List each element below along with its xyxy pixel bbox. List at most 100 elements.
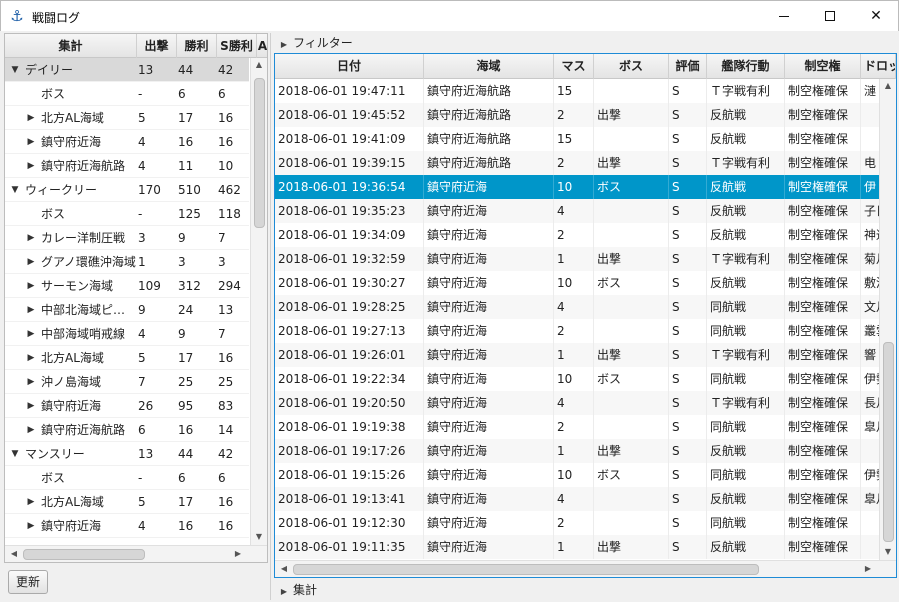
column-header-drop[interactable]: ドロップ	[861, 54, 896, 79]
maximize-button[interactable]	[807, 1, 853, 31]
table-row[interactable]: 2018-06-01 19:36:54 鎮守府近海 10 ボス S 反航戦 制空権確保伊	[275, 175, 891, 199]
summary-row[interactable]: ▼ マンスリー 13 44 42	[5, 442, 249, 466]
scrollbar-thumb[interactable]	[883, 342, 894, 542]
column-header-a[interactable]: A	[257, 34, 267, 58]
summary-row[interactable]: ボス - 6 6	[5, 466, 249, 490]
summary-row[interactable]: ▶ 北方AL海域 5 17 16	[5, 106, 249, 130]
expand-icon[interactable]: ▶	[25, 226, 37, 250]
scrollbar-thumb[interactable]	[293, 564, 759, 575]
expand-icon[interactable]: ▶	[25, 298, 37, 322]
summary-row[interactable]: ▼ ウィークリー 170 510 462	[5, 178, 249, 202]
table-row[interactable]: 2018-06-01 19:22:34 鎮守府近海 10 ボス S 同航戦 制空権確保 伊勢	[275, 367, 891, 391]
summary-row[interactable]: ▶ 鎮守府近海 26 95 83	[5, 394, 249, 418]
summary-tree-table[interactable]: 集計 出撃 勝利 S勝利 A ▼ デイリー 13 44 42 ボス -6 6 ▶ 北方AL海域 5 1…	[4, 33, 268, 563]
column-header-area[interactable]: 海域	[424, 54, 554, 79]
scrollbar-thumb[interactable]	[254, 78, 265, 228]
table-row[interactable]: 2018-06-01 19:45:52 鎮守府近海航路 2 出撃 S 反航戦 制空権確保	[275, 103, 891, 127]
scroll-right-icon[interactable]: ▶	[231, 549, 245, 558]
filter-toggle[interactable]: ▶ フィルター	[275, 33, 895, 53]
summary-row[interactable]: ▶ 鎮守府近海航路 4 11 10	[5, 154, 249, 178]
table-row[interactable]: 2018-06-01 19:35:23 鎮守府近海 4 S 反航戦 制空権確保 子日	[275, 199, 891, 223]
scroll-left-icon[interactable]: ◀	[7, 549, 21, 558]
scroll-down-icon[interactable]: ▼	[881, 547, 895, 556]
summary-row-value: 13	[138, 63, 154, 77]
battle-log-table[interactable]: 日付 海域 マス ボス 評価 艦隊行動 制空権 ドロップ 2018-06-01 …	[274, 53, 897, 578]
column-header-summary[interactable]: 集計	[5, 34, 137, 58]
expand-icon[interactable]: ▶	[25, 130, 37, 154]
minimize-button[interactable]	[761, 1, 807, 31]
summary-row[interactable]: ▶ 中部北海域ピ… 9 24 13	[5, 298, 249, 322]
column-header-wins[interactable]: 勝利	[177, 34, 217, 58]
table-row[interactable]: 2018-06-01 19:27:13 鎮守府近海 2 S 同航戦 制空権確保 叢雲	[275, 319, 891, 343]
column-header-boss[interactable]: ボス	[594, 54, 669, 79]
summary-row[interactable]: ▶ 鎮守府近海 4 16 16	[5, 130, 249, 154]
table-row[interactable]: 2018-06-01 19:15:26 鎮守府近海 10 ボス S 同航戦 制空権確保 伊勢	[275, 463, 891, 487]
expand-icon[interactable]: ▶	[25, 106, 37, 130]
summary-row[interactable]: ボス - 6 6	[5, 82, 249, 106]
expand-icon[interactable]: ▶	[25, 514, 37, 538]
column-header-air-control[interactable]: 制空権	[785, 54, 861, 79]
rank-cell: S	[669, 295, 707, 319]
table-row[interactable]: 2018-06-01 19:17:26 鎮守府近海 1 出撃 S 反航戦 制空権確保	[275, 439, 891, 463]
table-row[interactable]: 2018-06-01 19:34:09 鎮守府近海 2 S 反航戦 制空権確保 神通	[275, 223, 891, 247]
scroll-right-icon[interactable]: ▶	[861, 564, 875, 573]
split-divider[interactable]	[270, 33, 271, 600]
table-row[interactable]: 2018-06-01 19:19:38 鎮守府近海 2 S 同航戦 制空権確保 皐月	[275, 415, 891, 439]
table-row[interactable]: 2018-06-01 19:41:09 鎮守府近海航路 15 S 反航戦 制空権確保	[275, 127, 891, 151]
summary-row[interactable]: ボス - 125 118	[5, 202, 249, 226]
summary-row[interactable]: ▶ 中部海域哨戒線 4 9 7	[5, 322, 249, 346]
collapse-icon[interactable]: ▼	[9, 58, 21, 82]
summary-horizontal-scrollbar[interactable]: ◀ ▶	[5, 545, 267, 562]
log-vertical-scrollbar[interactable]: ▲ ▼	[879, 79, 896, 560]
refresh-button[interactable]: 更新	[8, 570, 48, 594]
table-row[interactable]: 2018-06-01 19:47:11 鎮守府近海航路 15 S Ｔ字戦有利 制空権確保漣	[275, 79, 891, 103]
summary-row[interactable]: ▶ 北方AL海域 5 17 16	[5, 346, 249, 370]
summary-row[interactable]: ▶ サーモン海域 109 312 294	[5, 274, 249, 298]
collapse-icon[interactable]: ▼	[9, 442, 21, 466]
column-header-s-wins[interactable]: S勝利	[217, 34, 257, 58]
summary-row-value: 4	[138, 327, 146, 341]
summary-row[interactable]: ▶ グアノ環礁沖海域 1 3 3	[5, 250, 249, 274]
expand-icon[interactable]: ▶	[25, 346, 37, 370]
summary-row[interactable]: ▶ 沖ノ島海域 7 25 25	[5, 370, 249, 394]
expand-icon[interactable]: ▶	[25, 418, 37, 442]
scroll-up-icon[interactable]: ▲	[881, 81, 895, 90]
table-row[interactable]: 2018-06-01 19:12:30 鎮守府近海 2 S 同航戦 制空権確保	[275, 511, 891, 535]
table-row[interactable]: 2018-06-01 19:32:59 鎮守府近海 1 出撃 S Ｔ字戦有利 制空権確保 菊月	[275, 247, 891, 271]
scrollbar-thumb[interactable]	[23, 549, 145, 560]
table-row[interactable]: 2018-06-01 19:13:41 鎮守府近海 4 S 反航戦 制空権確保 皐月	[275, 487, 891, 511]
summary-row[interactable]: ▼ デイリー 13 44 42	[5, 58, 249, 82]
expand-icon[interactable]: ▶	[25, 154, 37, 178]
scroll-down-icon[interactable]: ▼	[252, 532, 266, 541]
column-header-node[interactable]: マス	[554, 54, 594, 79]
filter-label: フィルター	[293, 36, 353, 50]
column-header-rank[interactable]: 評価	[669, 54, 707, 79]
table-row[interactable]: 2018-06-01 19:20:50 鎮守府近海 4 S Ｔ字戦有利 制空権確保 長月	[275, 391, 891, 415]
summary-toggle[interactable]: ▶ 集計	[275, 580, 895, 600]
expand-icon[interactable]: ▶	[25, 322, 37, 346]
area-cell: 鎮守府近海	[424, 487, 554, 511]
close-button[interactable]: ✕	[853, 1, 899, 31]
expand-icon[interactable]: ▶	[25, 274, 37, 298]
collapse-icon[interactable]: ▼	[9, 178, 21, 202]
summary-vertical-scrollbar[interactable]: ▲ ▼	[250, 58, 267, 545]
scroll-up-icon[interactable]: ▲	[252, 60, 266, 69]
column-header-sorties[interactable]: 出撃	[137, 34, 177, 58]
column-header-formation[interactable]: 艦隊行動	[707, 54, 785, 79]
table-row[interactable]: 2018-06-01 19:30:27 鎮守府近海 10 ボス S 反航戦 制空権確保 敷波	[275, 271, 891, 295]
summary-row[interactable]: ▶ 北方AL海域 5 17 16	[5, 490, 249, 514]
summary-row[interactable]: ▶ 鎮守府近海 4 16 16	[5, 514, 249, 538]
table-row[interactable]: 2018-06-01 19:11:35 鎮守府近海 1 出撃 S 反航戦 制空権確保	[275, 535, 891, 559]
scroll-left-icon[interactable]: ◀	[277, 564, 291, 573]
expand-icon[interactable]: ▶	[25, 370, 37, 394]
expand-icon[interactable]: ▶	[25, 250, 37, 274]
expand-icon[interactable]: ▶	[25, 394, 37, 418]
log-horizontal-scrollbar[interactable]: ◀ ▶	[275, 560, 896, 577]
summary-row[interactable]: ▶ 鎮守府近海航路 6 16 14	[5, 418, 249, 442]
table-row[interactable]: 2018-06-01 19:28:25 鎮守府近海 4 S 同航戦 制空権確保 文月	[275, 295, 891, 319]
expand-icon[interactable]: ▶	[25, 490, 37, 514]
column-header-date[interactable]: 日付	[275, 54, 424, 79]
summary-row[interactable]: ▶ カレー洋制圧戦 3 9 7	[5, 226, 249, 250]
table-row[interactable]: 2018-06-01 19:26:01 鎮守府近海 1 出撃 S Ｔ字戦有利 制空権確保響	[275, 343, 891, 367]
table-row[interactable]: 2018-06-01 19:39:15 鎮守府近海航路 2 出撃 S Ｔ字戦有利 制空権確保…	[275, 151, 891, 175]
